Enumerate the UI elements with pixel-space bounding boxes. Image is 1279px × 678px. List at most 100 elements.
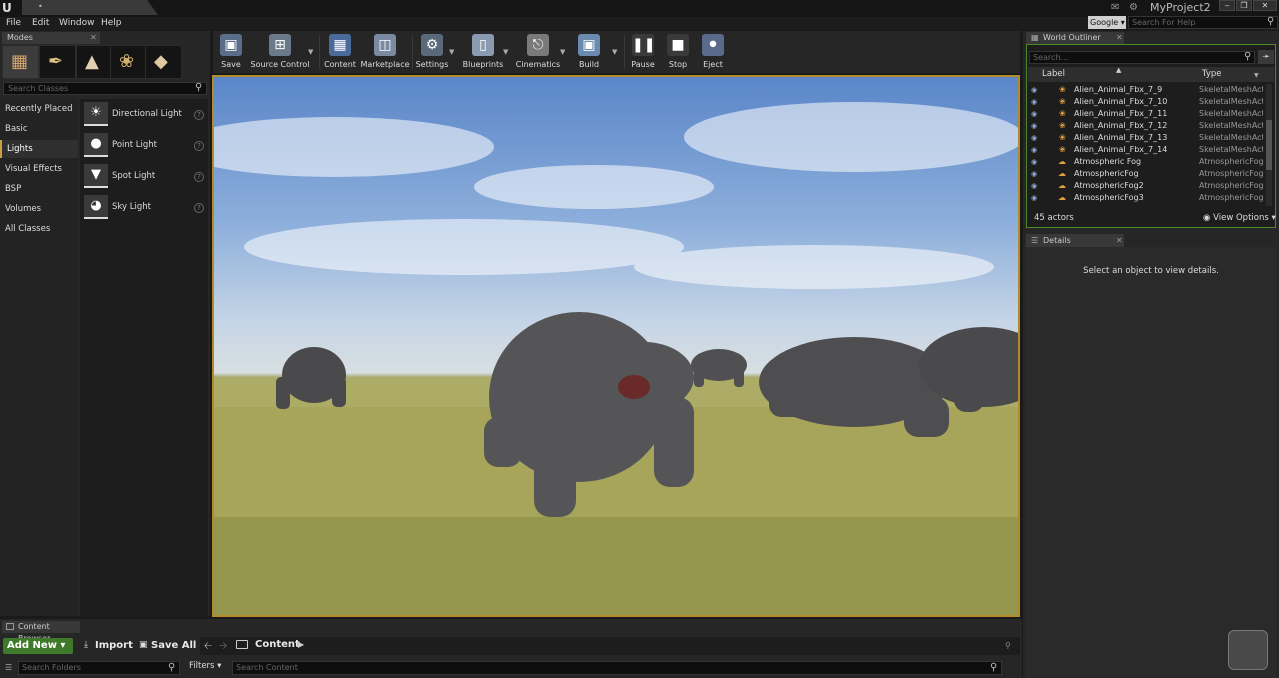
visibility-eye-icon[interactable]: ◉ [1031,110,1037,118]
settings-button[interactable]: ⚙ Settings [414,33,450,71]
help-icon[interactable]: ? [194,172,204,182]
help-icon[interactable]: ? [194,110,204,120]
outliner-row[interactable]: ◉ ❀ Alien_Animal_Fbx_7_10 SkeletalMeshAc… [1028,96,1264,108]
menu-file[interactable]: File [6,18,21,28]
source-control-dropdown-icon[interactable]: ▼ [308,48,313,56]
outliner-row[interactable]: ◉ ❀ Alien_Animal_Fbx_7_9 SkeletalMeshAct… [1028,84,1264,96]
visibility-eye-icon[interactable]: ◉ [1031,158,1037,166]
outliner-row[interactable]: ◉ ☁ AtmosphericFog AtmosphericFog [1028,168,1264,180]
search-engine-select[interactable]: Google ▾ [1088,16,1126,29]
restore-button[interactable]: ❐ [1236,0,1252,11]
import-button[interactable]: Import [95,638,133,654]
lock-icon[interactable]: ⚲ [1005,641,1011,650]
outliner-row[interactable]: ◉ ❀ Alien_Animal_Fbx_7_12 SkeletalMeshAc… [1028,120,1264,132]
save-all-button[interactable]: Save All [151,638,196,654]
place-directional-light[interactable]: ☀ Directional Light ? [82,101,206,129]
blueprints-button[interactable]: ▯ Blueprints [460,33,506,71]
details-close-icon[interactable]: ✕ [1116,236,1123,245]
menu-help[interactable]: Help [101,18,122,28]
build-dropdown-icon[interactable]: ▼ [612,48,617,56]
outliner-row[interactable]: ◉ ☁ AtmosphericFog2 AtmosphericFog [1028,180,1264,192]
outliner-row[interactable]: ◉ ☁ Atmospheric Fog AtmosphericFog [1028,156,1264,168]
world-outliner-tab[interactable]: World Outliner [1026,32,1124,44]
visibility-eye-icon[interactable]: ◉ [1031,86,1037,94]
cinematics-button[interactable]: ⎋ Cinematics [514,33,562,71]
help-search-input[interactable]: Search For Help [1128,16,1278,29]
blueprints-dropdown-icon[interactable]: ▼ [503,48,508,56]
outliner-row[interactable]: ◉ ☁ AtmosphericFog3 AtmosphericFog [1028,192,1264,204]
place-point-light[interactable]: ● Point Light ? [82,132,206,160]
visibility-eye-icon[interactable]: ◉ [1031,98,1037,106]
world-outliner-close-icon[interactable]: ✕ [1116,33,1123,42]
build-button[interactable]: ▣ Build [572,33,606,71]
marketplace-icon[interactable]: ⚙ [1129,2,1141,14]
category-volumes[interactable]: Volumes [0,200,78,218]
sort-arrow-icon[interactable]: ▲ [1116,66,1121,74]
help-search-icon[interactable]: ⚲ [1267,16,1274,27]
chat-icon[interactable]: ✉ [1111,2,1123,14]
settings-dropdown-icon[interactable]: ▼ [449,48,454,56]
back-arrow-icon[interactable]: 🡠 [204,639,212,656]
category-bsp[interactable]: BSP [0,180,78,198]
column-label[interactable]: Label [1042,69,1065,79]
modes-tab[interactable]: Modes [2,32,100,44]
build-icon: ▣ [578,34,600,56]
cinematics-dropdown-icon[interactable]: ▼ [560,48,565,56]
view-options-button[interactable]: ◉ View Options ▾ [1203,213,1276,223]
level-viewport[interactable] [212,75,1020,617]
help-icon[interactable]: ? [194,203,204,213]
breadcrumb-content[interactable]: Content [255,639,300,650]
search-folders-input[interactable]: Search Folders [18,661,180,675]
category-recently-placed[interactable]: Recently Placed [0,100,78,118]
forward-arrow-icon[interactable]: 🡢 [219,639,227,656]
pause-icon: ❚❚ [632,34,655,56]
add-new-button[interactable]: Add New ▾ [3,638,73,654]
marketplace-button[interactable]: ◫ Marketplace [360,33,410,71]
category-basic[interactable]: Basic [0,120,78,138]
search-classes-input[interactable]: Search Classes [3,82,207,95]
stop-icon: ■ [667,34,689,56]
category-lights[interactable]: Lights [0,140,78,158]
paint-mode-button[interactable]: ✒ [39,45,76,79]
menu-window[interactable]: Window [59,18,95,28]
outliner-row[interactable]: ◉ ❀ Alien_Animal_Fbx_7_13 SkeletalMeshAc… [1028,132,1264,144]
filters-button[interactable]: Filters ▾ [189,661,221,671]
visibility-eye-icon[interactable]: ◉ [1031,194,1037,202]
foliage-mode-icon: ❀ [119,51,135,72]
search-content-input[interactable]: Search Content [232,661,1002,675]
geometry-mode-button[interactable]: ◆ [145,45,182,79]
column-type[interactable]: Type [1202,69,1222,79]
visibility-eye-icon[interactable]: ◉ [1031,134,1037,142]
stop-button[interactable]: ■ Stop [662,33,694,71]
visibility-eye-icon[interactable]: ◉ [1031,182,1037,190]
landscape-mode-button[interactable]: ▲ [76,45,113,79]
outliner-row[interactable]: ◉ ❀ Alien_Animal_Fbx_7_11 SkeletalMeshAc… [1028,108,1264,120]
menu-edit[interactable]: Edit [32,18,49,28]
details-tab[interactable]: Details [1026,234,1124,247]
breadcrumb-arrow-icon[interactable]: ▶ [298,640,304,649]
place-sky-light[interactable]: ◕ Sky Light ? [82,194,206,222]
help-icon[interactable]: ? [194,141,204,151]
outliner-scrollbar-thumb[interactable] [1266,120,1272,170]
modes-tab-close-icon[interactable]: ✕ [90,33,97,42]
outliner-row[interactable]: ◉ ❀ Alien_Animal_Fbx_7_14 SkeletalMeshAc… [1028,144,1264,156]
source-control-button[interactable]: ⊞ Source Control [250,33,310,71]
visibility-eye-icon[interactable]: ◉ [1031,170,1037,178]
category-visual-effects[interactable]: Visual Effects [0,160,78,178]
pause-button[interactable]: ❚❚ Pause [627,33,659,71]
sources-toggle-icon[interactable]: ☰ [5,663,12,672]
place-mode-button[interactable]: ▦ [2,45,39,79]
minimize-button[interactable]: ‒ [1219,0,1235,11]
outliner-search-input[interactable]: Search... [1029,51,1255,64]
visibility-eye-icon[interactable]: ◉ [1031,146,1037,154]
content-button[interactable]: ▦ Content [322,33,358,71]
eject-button[interactable]: ⚫ Eject [697,33,729,71]
visibility-eye-icon[interactable]: ◉ [1031,122,1037,130]
outliner-add-icon[interactable]: ➛ [1258,50,1274,64]
place-spot-light[interactable]: ▼ Spot Light ? [82,163,206,191]
close-button[interactable]: ✕ [1253,0,1277,11]
type-dropdown-icon[interactable]: ▼ [1254,72,1259,79]
foliage-mode-button[interactable]: ❀ [110,45,147,79]
category-all-classes[interactable]: All Classes [0,220,78,238]
save-button[interactable]: ▣ Save [215,33,247,71]
